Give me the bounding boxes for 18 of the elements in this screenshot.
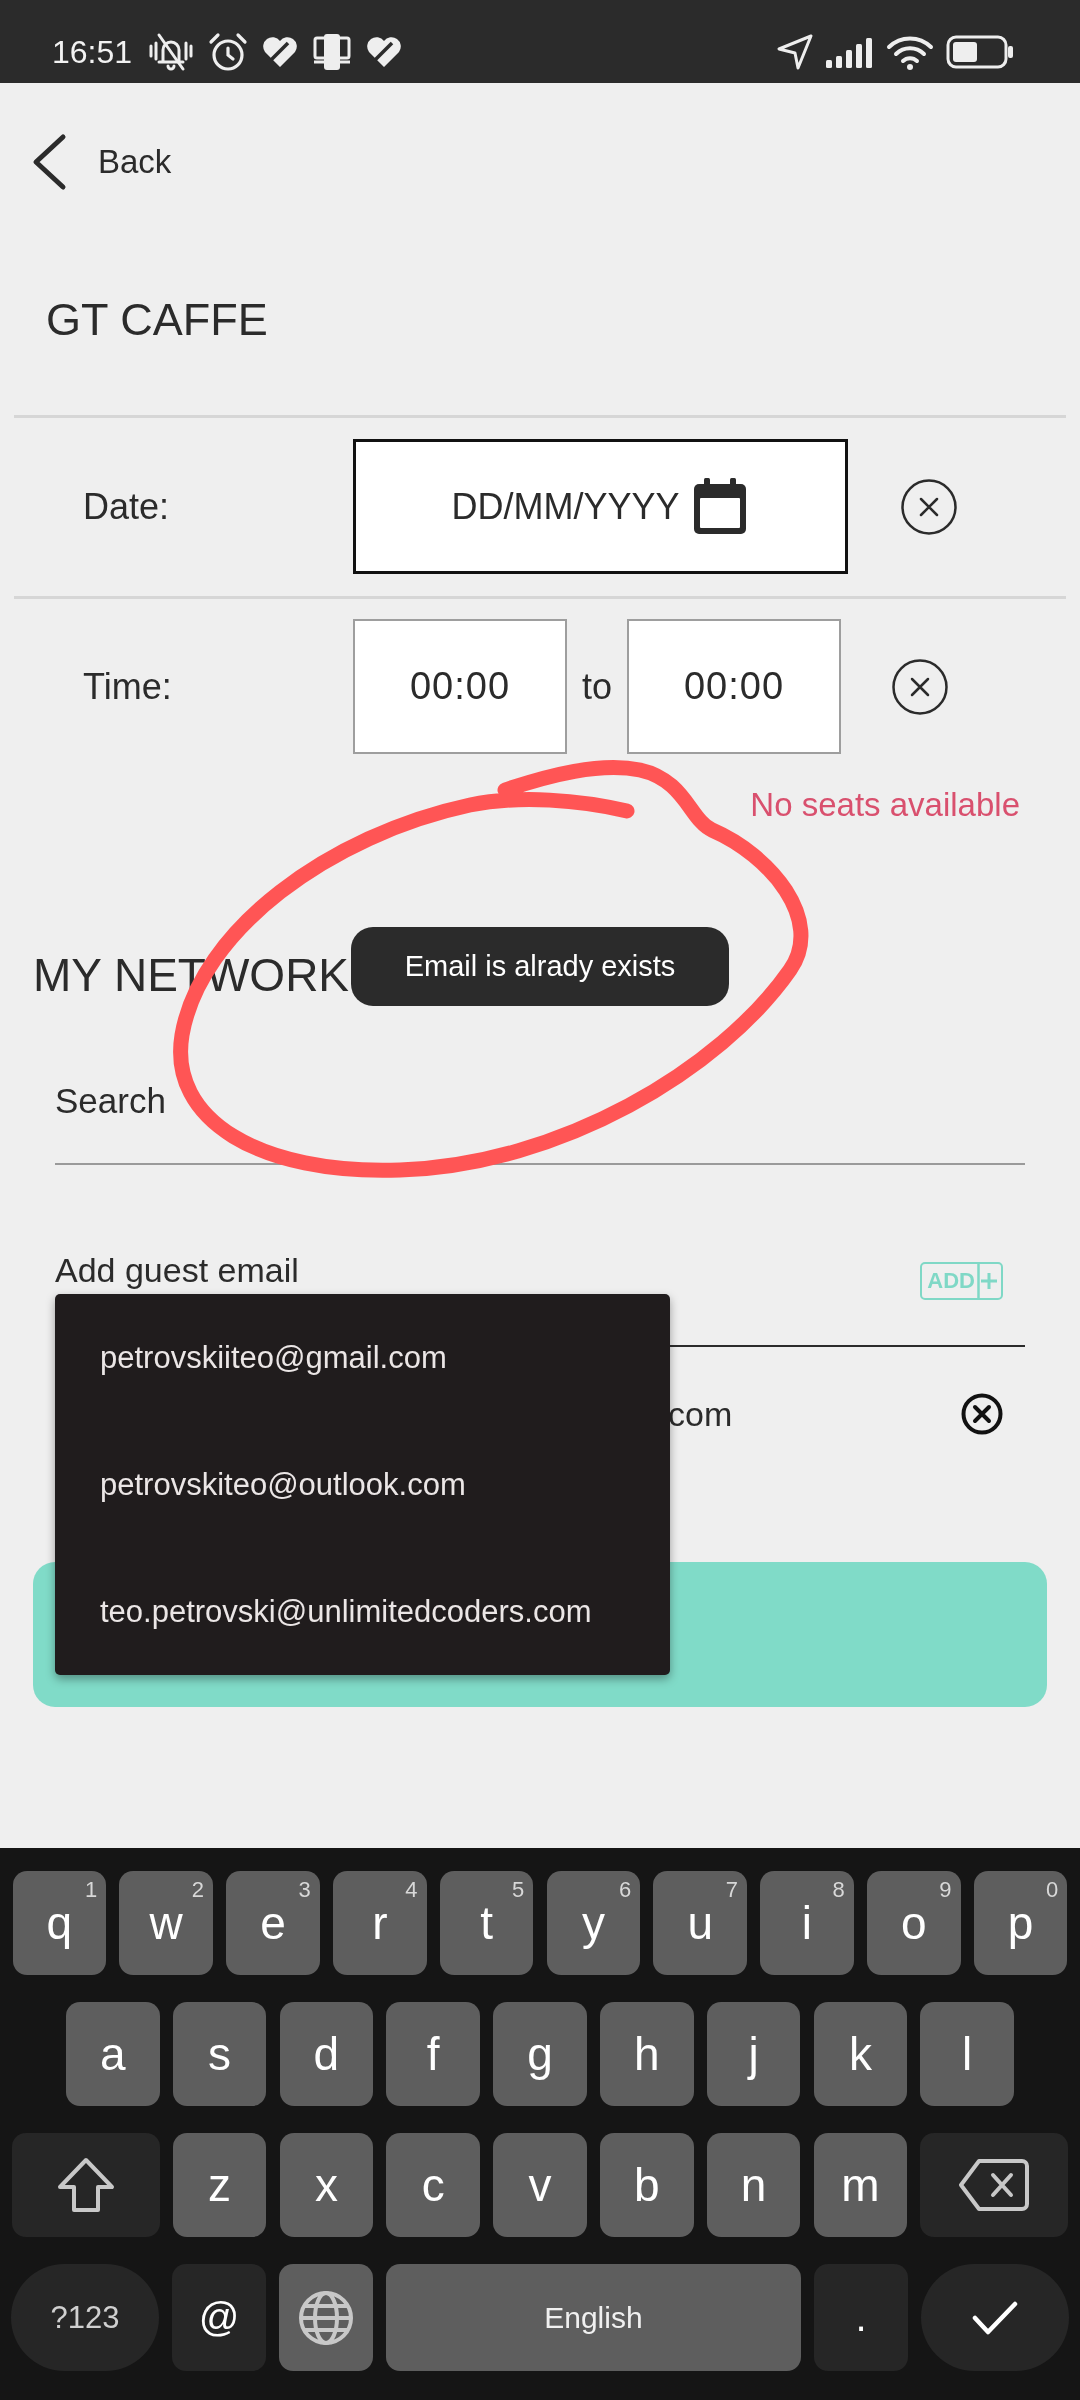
venue-title: GT CAFFE <box>46 293 268 347</box>
key-hint: 5 <box>512 1878 525 1902</box>
error-message: No seats available <box>750 785 1020 825</box>
toast-message: Email is alrady exists <box>351 927 729 1006</box>
key-hint: 4 <box>405 1878 418 1902</box>
key-hint: 9 <box>939 1878 952 1902</box>
key-hint: 6 <box>618 1878 632 1902</box>
date-label: Date: <box>83 484 171 529</box>
key-hint: 0 <box>1046 1878 1059 1902</box>
status-time: 16:51 <box>52 32 133 72</box>
guest-email: com <box>668 1394 733 1435</box>
key-hint: 7 <box>725 1878 738 1902</box>
key-hint: 8 <box>832 1878 845 1902</box>
key-hint: 1 <box>84 1878 98 1902</box>
time-label: Time: <box>83 664 173 709</box>
key-hint: 3 <box>298 1878 311 1902</box>
range-separator: to <box>582 664 613 709</box>
key-hint: 2 <box>191 1878 204 1902</box>
